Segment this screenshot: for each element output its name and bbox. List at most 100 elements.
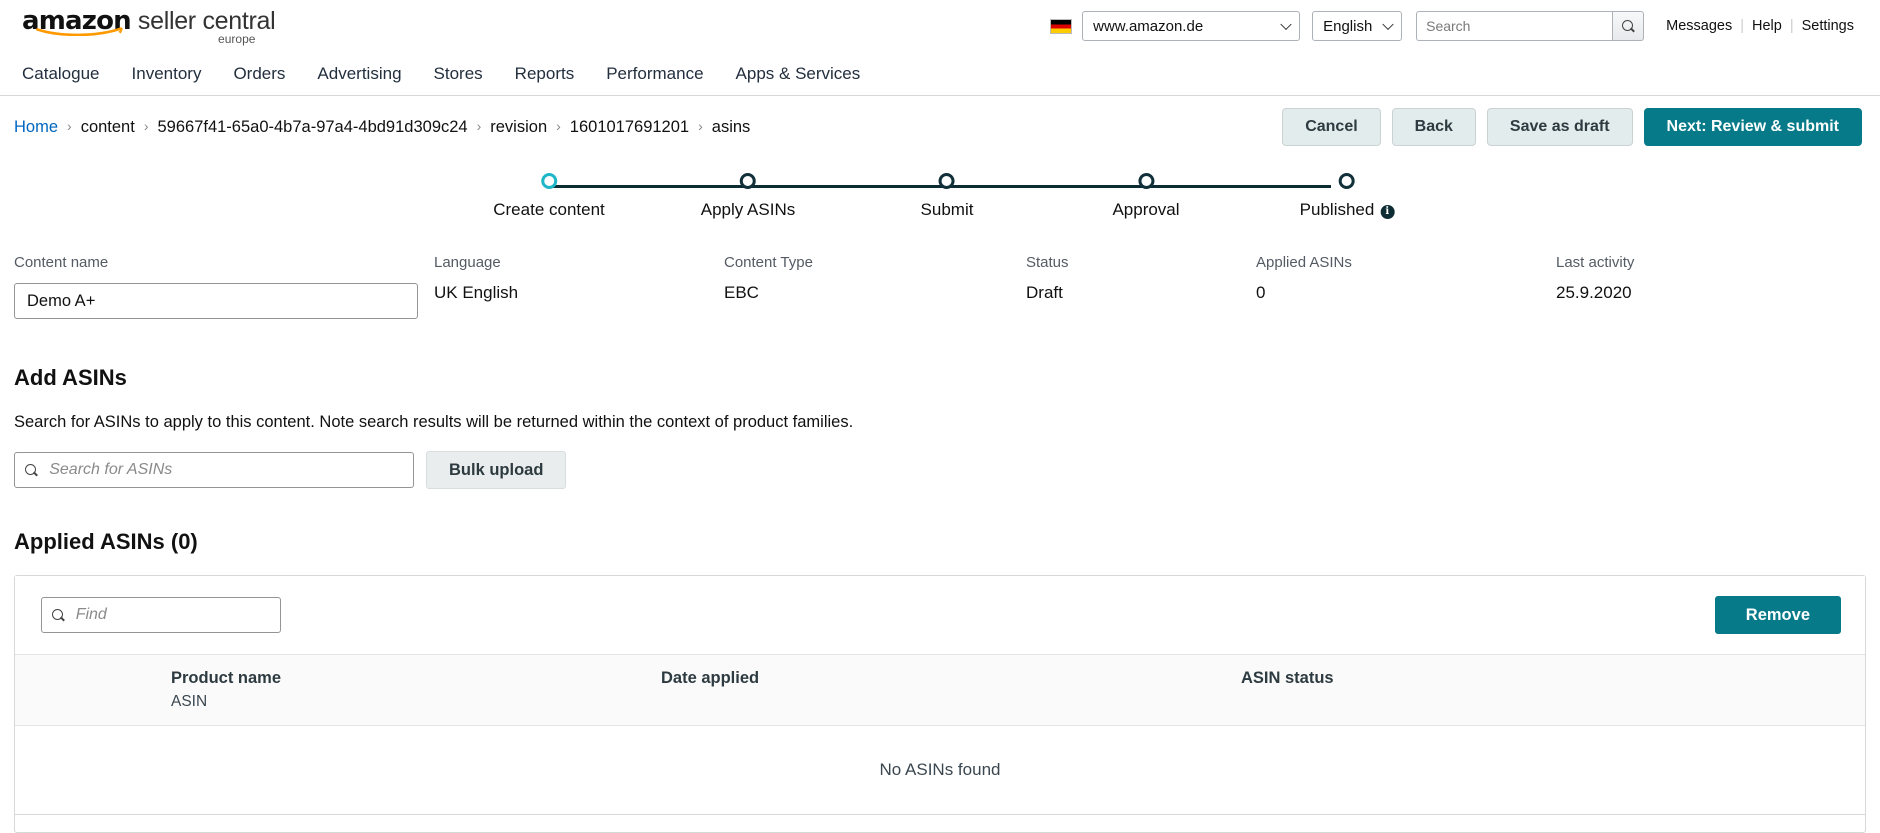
amazon-swoosh-icon [36,26,124,36]
meta-label-applied-asins: Applied ASINs [1256,254,1352,271]
header-links: Messages | Help | Settings [1658,18,1862,34]
header-link-settings[interactable]: Settings [1794,18,1862,34]
step-dot-icon [938,173,955,189]
stepper-step-published[interactable]: Published i [1300,173,1395,220]
cancel-button[interactable]: Cancel [1282,108,1381,146]
stepper-label: Apply ASINs [700,200,796,219]
chevron-right-icon: › [476,118,482,134]
breadcrumb-action-bar: Home › content › 59667f41-65a0-4b7a-97a4… [0,96,1880,158]
meta-value-content-type: EBC [724,283,759,302]
meta-label-language: Language [434,254,501,271]
nav-item-catalogue[interactable]: Catalogue [22,64,120,84]
column-header-label: ASIN status [1241,669,1334,687]
seller-central-wordmark: seller central [137,6,276,35]
breadcrumb-item-revision-id[interactable]: 1601017691201 [570,118,689,137]
search-icon [1621,19,1635,33]
marketplace-select[interactable]: www.amazon.de [1082,11,1301,41]
applied-asins-title: Applied ASINs (0) [14,529,198,554]
asin-search-input[interactable] [47,460,403,480]
column-header-label: Date applied [661,669,760,687]
applied-asins-table-header: Product name ASIN Date applied ASIN stat… [15,654,1865,726]
stepper-step-create-content[interactable]: Create content [493,173,605,220]
applied-asins-empty-state: No ASINs found [879,760,1001,779]
back-button[interactable]: Back [1391,108,1476,146]
meta-label-status: Status [1026,254,1069,271]
header-link-help[interactable]: Help [1744,18,1790,34]
stepper-step-submit[interactable]: Submit [920,173,974,220]
meta-content-name: Content name [14,254,434,319]
chevron-right-icon: › [698,118,703,134]
applied-asins-section: Applied ASINs (0) [0,529,1880,555]
stepper-label: Approval [1112,200,1180,219]
content-metadata-row: Content name Language UK English Content… [0,254,1880,319]
bulk-upload-button[interactable]: Bulk upload [426,451,567,489]
column-asin-status[interactable]: ASIN status [1241,669,1841,711]
nav-item-reports[interactable]: Reports [515,64,595,84]
step-dot-icon [740,173,756,189]
next-review-submit-button[interactable]: Next: Review & submit [1643,108,1862,146]
meta-value-status: Draft [1026,283,1063,302]
language-select-value: English [1323,17,1373,35]
column-subheader-label: ASIN [171,693,208,710]
chevron-right-icon: › [556,118,561,134]
asin-search-box[interactable] [14,452,414,488]
nav-item-orders[interactable]: Orders [233,64,305,84]
breadcrumb-item-revision[interactable]: revision [490,118,547,137]
marketplace-select-value: www.amazon.de [1093,17,1204,35]
add-asins-title: Add ASINs [14,365,127,390]
breadcrumb-item-home[interactable]: Home [14,118,58,137]
chevron-down-icon [1382,18,1394,31]
nav-item-apps-services[interactable]: Apps & Services [736,64,881,84]
search-icon [25,463,37,477]
meta-applied-asins: Applied ASINs 0 [1256,254,1556,319]
save-as-draft-button[interactable]: Save as draft [1486,108,1633,146]
applied-asins-find-box[interactable] [41,597,281,633]
meta-value-last-activity: 25.9.2020 [1556,283,1632,302]
header-search-input[interactable] [1416,11,1613,41]
step-dot-icon [1338,173,1355,189]
info-icon[interactable]: i [1380,205,1395,219]
stepper-label: Create content [493,200,605,219]
meta-label-content-type: Content Type [724,254,813,271]
chevron-down-icon [1280,18,1292,31]
header-link-messages[interactable]: Messages [1658,18,1740,34]
seller-central-logo[interactable]: amazon seller central europe [22,6,276,45]
nav-item-inventory[interactable]: Inventory [132,64,222,84]
header-search-button[interactable] [1612,11,1645,41]
meta-label-last-activity: Last activity [1556,254,1635,271]
column-header-label: Product name [171,669,282,687]
top-header: amazon seller central europe www.amazon.… [0,0,1880,52]
add-asins-section: Add ASINs Search for ASINs to apply to t… [0,365,1880,489]
german-flag-icon [1050,18,1073,34]
breadcrumb-item-content[interactable]: content [81,118,135,137]
meta-label-content-name: Content name [14,254,109,271]
nav-item-performance[interactable]: Performance [606,64,723,84]
applied-asins-panel: Remove Product name ASIN Date applied AS… [14,575,1866,833]
add-asins-description: Search for ASINs to apply to this conten… [14,413,854,431]
applied-asins-table-footer [15,814,1865,832]
nav-item-advertising[interactable]: Advertising [317,64,421,84]
header-search-group [1416,11,1645,41]
applied-asins-toolbar: Remove [15,576,1865,654]
chevron-right-icon: › [67,118,72,134]
nav-item-stores[interactable]: Stores [434,64,503,84]
column-product-name[interactable]: Product name ASIN [41,669,661,711]
breadcrumb: Home › content › 59667f41-65a0-4b7a-97a4… [14,118,750,137]
meta-language: Language UK English [434,254,724,319]
progress-stepper: Create content Apply ASINs Submit Approv… [0,158,1880,250]
meta-value-language: UK English [434,283,519,302]
stepper-step-approval[interactable]: Approval [1112,173,1180,220]
meta-content-type: Content Type EBC [724,254,1026,319]
applied-asins-find-input[interactable] [73,605,270,625]
breadcrumb-item-content-id[interactable]: 59667f41-65a0-4b7a-97a4-4bd91d309c24 [157,118,467,137]
language-select[interactable]: English [1312,11,1403,41]
stepper-label: Submit [920,200,974,219]
chevron-right-icon: › [143,118,149,134]
step-dot-icon [1137,173,1154,189]
meta-status: Status Draft [1026,254,1256,319]
remove-button[interactable]: Remove [1714,596,1841,634]
column-date-applied[interactable]: Date applied [661,669,1241,711]
content-name-input[interactable] [14,283,418,319]
stepper-step-apply-asins[interactable]: Apply ASINs [700,173,796,220]
breadcrumb-item-asins[interactable]: asins [712,118,751,137]
